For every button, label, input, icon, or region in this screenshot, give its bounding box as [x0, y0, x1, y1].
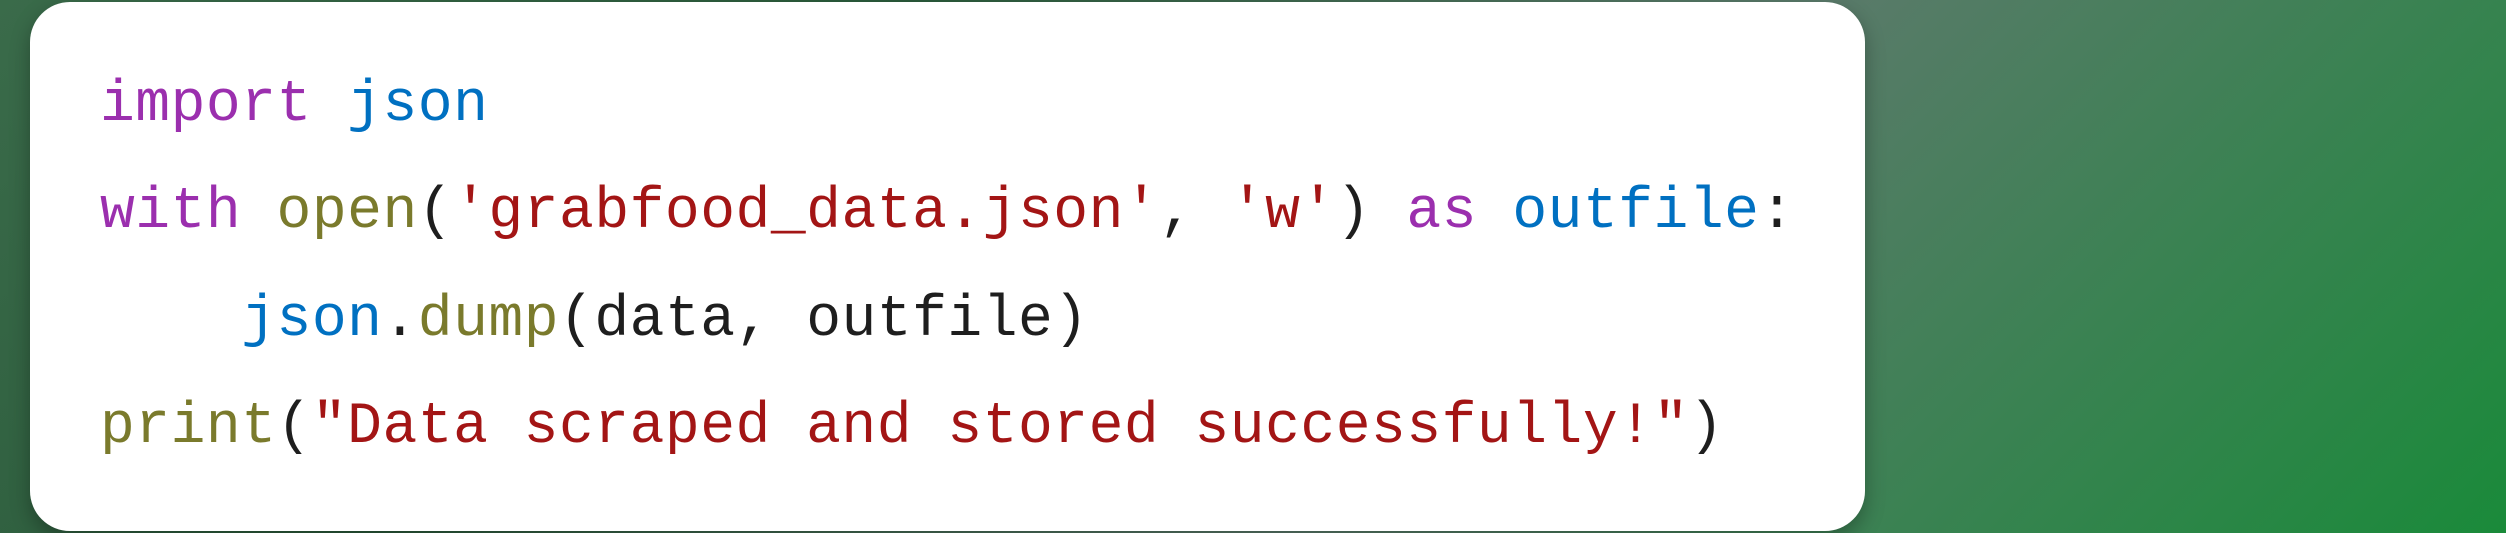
code-line-2: with open('grabfood_data.json', 'w') as …: [100, 180, 1795, 245]
comma: ,: [736, 288, 771, 353]
paren-open: (: [418, 180, 453, 245]
code-block: import json with open('grabfood_data.jso…: [30, 2, 1865, 531]
string-filename: 'grabfood_data.json': [453, 180, 1159, 245]
variable-outfile: outfile: [1512, 180, 1759, 245]
function-open: open: [277, 180, 418, 245]
dot: .: [382, 288, 417, 353]
paren-open: (: [277, 395, 312, 460]
paren-close: ): [1336, 180, 1371, 245]
code-line-1: import json: [100, 73, 488, 138]
indent: [100, 288, 241, 353]
function-dump: dump: [418, 288, 559, 353]
paren-close: ): [1053, 288, 1088, 353]
colon: :: [1759, 180, 1794, 245]
code-line-3: json.dump(data, outfile): [100, 288, 1089, 353]
paren-close: ): [1689, 395, 1724, 460]
keyword-as: as: [1406, 180, 1477, 245]
module-json-ref: json: [241, 288, 382, 353]
variable-data: data: [594, 288, 735, 353]
string-message: "Data scraped and stored successfully!": [312, 395, 1689, 460]
comma: ,: [1159, 180, 1194, 245]
variable-outfile-ref: outfile: [806, 288, 1053, 353]
keyword-import: import: [100, 73, 312, 138]
module-json: json: [347, 73, 488, 138]
paren-open: (: [559, 288, 594, 353]
keyword-with: with: [100, 180, 241, 245]
function-print: print: [100, 395, 277, 460]
code-line-4: print("Data scraped and stored successfu…: [100, 395, 1724, 460]
string-mode: 'w': [1230, 180, 1336, 245]
